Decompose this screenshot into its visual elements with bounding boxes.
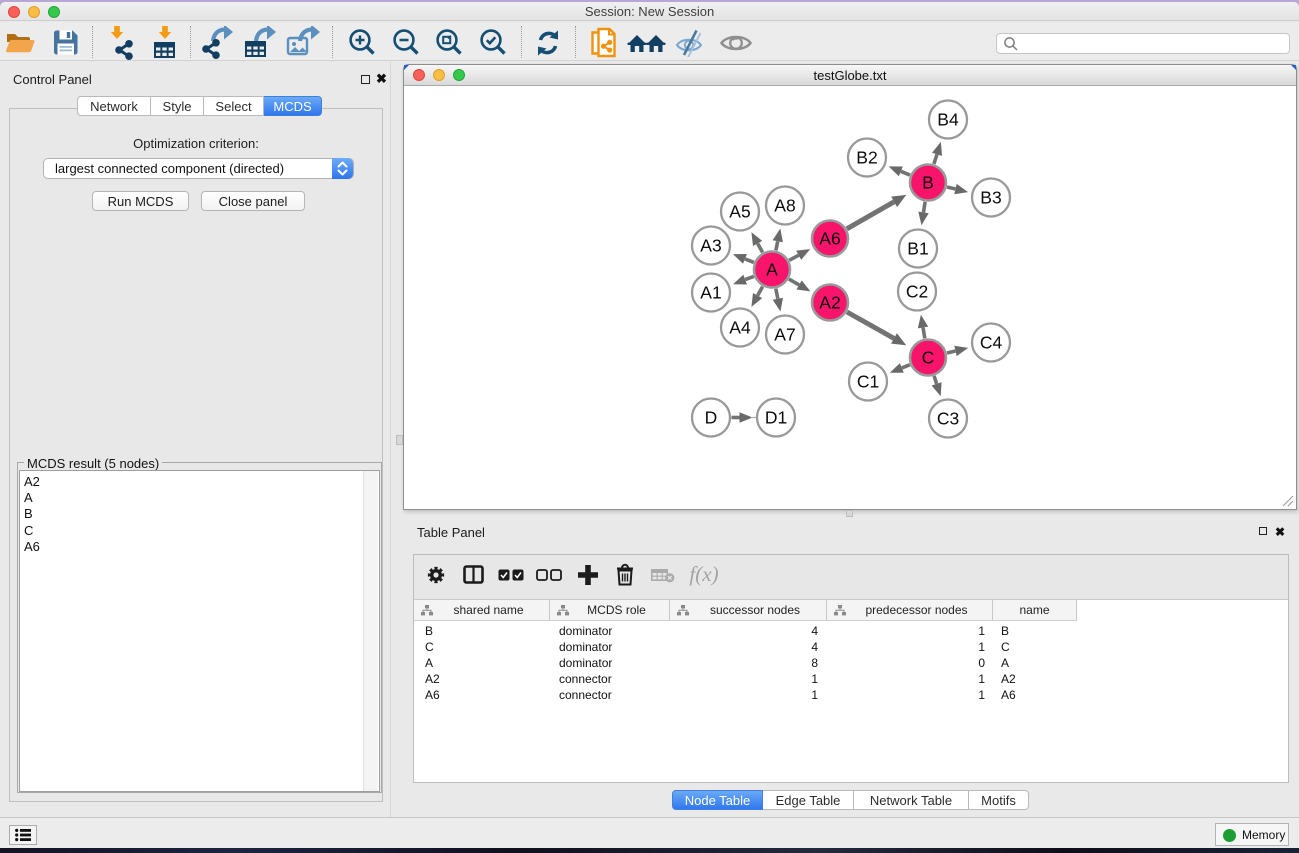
svg-text:B2: B2: [856, 147, 877, 167]
svg-text:A7: A7: [774, 324, 795, 344]
svg-text:A2: A2: [819, 292, 840, 312]
svg-text:A5: A5: [729, 201, 750, 221]
svg-text:B: B: [922, 172, 934, 192]
svg-text:C: C: [922, 347, 935, 367]
svg-text:B4: B4: [937, 109, 959, 129]
svg-text:B1: B1: [907, 238, 928, 258]
svg-text:A3: A3: [700, 235, 721, 255]
svg-text:A8: A8: [774, 195, 795, 215]
svg-text:D: D: [705, 407, 718, 427]
svg-text:B3: B3: [980, 187, 1001, 207]
svg-text:C4: C4: [980, 332, 1003, 352]
svg-text:C3: C3: [937, 408, 959, 428]
svg-text:A: A: [766, 259, 778, 279]
svg-text:A1: A1: [700, 282, 721, 302]
svg-text:C2: C2: [906, 281, 928, 301]
svg-text:A6: A6: [819, 228, 840, 248]
svg-text:D1: D1: [765, 407, 787, 427]
svg-text:A4: A4: [729, 317, 751, 337]
svg-text:C1: C1: [857, 371, 879, 391]
